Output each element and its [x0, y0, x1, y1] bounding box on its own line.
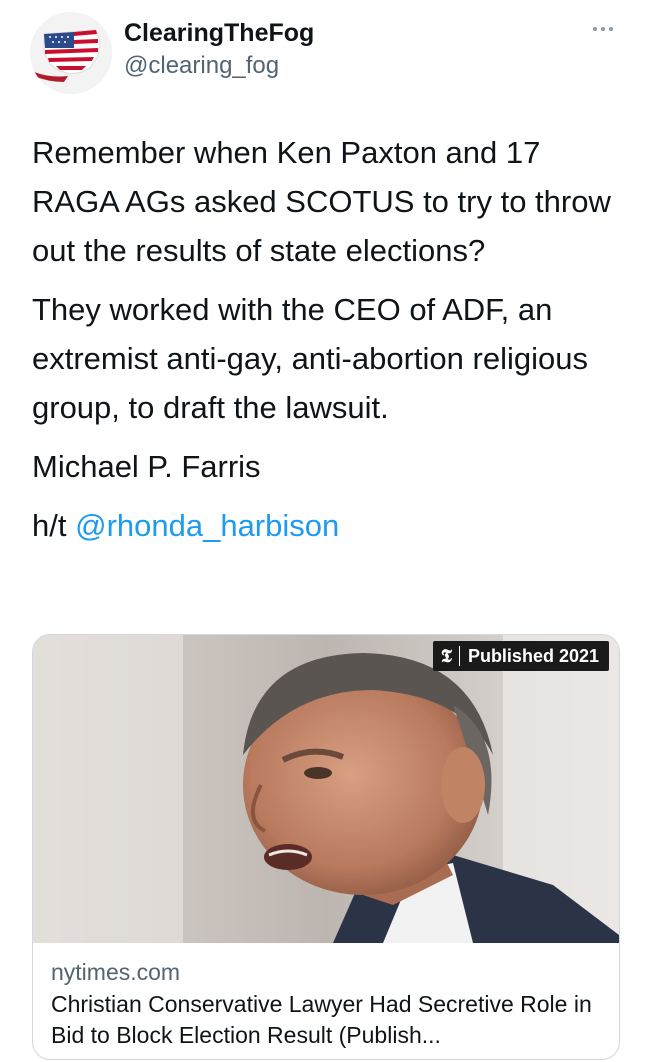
user-handle[interactable]: @clearing_fog [124, 50, 314, 82]
card-text: nytimes.com Christian Conservative Lawye… [51, 957, 611, 1051]
nyt-logo-icon: 𝕿 [440, 645, 452, 667]
display-name[interactable]: ClearingTheFog [124, 16, 314, 50]
avatar[interactable] [30, 12, 112, 94]
link-preview-card[interactable]: 𝕿 Published 2021 nytimes.com Christian C… [32, 634, 620, 1060]
user-info[interactable]: ClearingTheFog @clearing_fog [124, 16, 314, 82]
hat-tip: h/t @rhonda_harbison [32, 501, 622, 550]
badge-divider [458, 646, 460, 666]
published-badge: 𝕿 Published 2021 [432, 641, 609, 671]
tweet-header: ClearingTheFog @clearing_fog [30, 8, 621, 98]
published-label: Published 2021 [467, 645, 599, 666]
tweet-paragraph: Michael P. Farris [32, 449, 261, 484]
article-photo: 𝕿 Published 2021 [33, 635, 619, 943]
tweet-paragraph: Remember when Ken Paxton and 17 RAGA AGs… [32, 135, 611, 268]
hat-tip-prefix: h/t [32, 508, 67, 543]
card-domain: nytimes.com [51, 959, 181, 985]
tweet-paragraph: They worked with the CEO of ADF, an extr… [32, 292, 588, 425]
flag-map-avatar-icon [30, 12, 112, 94]
more-dots-icon[interactable] [591, 22, 615, 34]
card-title[interactable]: Christian Conservative Lawyer Had Secret… [51, 989, 611, 1051]
tweet-body: Remember when Ken Paxton and 17 RAGA AGs… [32, 128, 622, 560]
mention-link[interactable]: @rhonda_harbison [75, 508, 339, 543]
